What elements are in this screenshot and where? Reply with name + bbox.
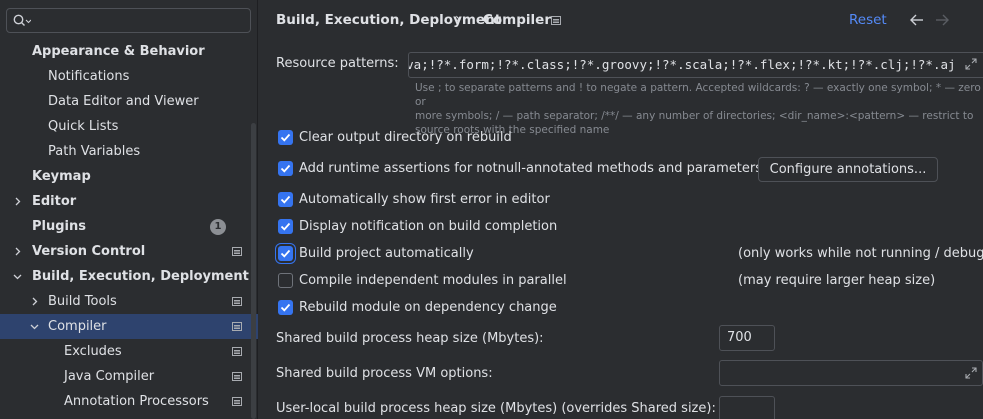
check-icon — [280, 164, 291, 173]
chevron-right-icon[interactable] — [30, 297, 39, 306]
sidebar-item-notifications[interactable]: Notifications — [0, 64, 258, 89]
sidebar-item-label: Version Control — [32, 244, 146, 259]
display-notification-label: Display notification on build completion — [299, 219, 558, 234]
sidebar-item-version-control[interactable]: Version Control — [0, 239, 258, 264]
breadcrumb-parent[interactable]: Build, Execution, Deployment — [276, 12, 501, 28]
user-heap-field[interactable] — [719, 396, 775, 419]
check-icon — [280, 303, 291, 312]
reset-link[interactable]: Reset — [849, 12, 887, 28]
sidebar-item-plugins[interactable]: Plugins 1 — [0, 214, 258, 239]
resource-patterns-label: Resource patterns: — [276, 56, 399, 71]
sidebar-item-build-execution-deployment[interactable]: Build, Execution, Deployment — [0, 264, 258, 289]
chevron-right-icon[interactable] — [13, 197, 22, 206]
check-icon — [280, 133, 291, 142]
sidebar-item-compiler[interactable]: Compiler — [0, 314, 258, 339]
search-icon — [13, 14, 31, 26]
resource-patterns-field[interactable]: !?*.java;!?*.form;!?*.class;!?*.groovy;!… — [408, 52, 983, 78]
sidebar-scrollbar[interactable] — [251, 123, 256, 419]
project-scope-icon — [232, 397, 242, 406]
shared-heap-field[interactable]: 700 — [719, 325, 775, 351]
shared-heap-label: Shared build process heap size (Mbytes): — [276, 331, 544, 346]
sidebar-item-annotation-processors[interactable]: Annotation Processors — [0, 389, 258, 414]
vm-options-label: Shared build process VM options: — [276, 366, 493, 381]
resource-patterns-value: !?*.java;!?*.form;!?*.class;!?*.groovy;!… — [408, 57, 956, 72]
sidebar-item-label: Build Tools — [48, 294, 117, 309]
sidebar-item-path-variables[interactable]: Path Variables — [0, 139, 258, 164]
sidebar-item-label: Build, Execution, Deployment — [32, 269, 249, 284]
project-scope-icon — [232, 372, 242, 381]
runtime-assertions-label: Add runtime assertions for notnull-annot… — [299, 161, 763, 176]
sidebar-item-java-compiler[interactable]: Java Compiler — [0, 364, 258, 389]
chevron-right-icon[interactable] — [13, 247, 22, 256]
build-automatically-note: (only works while not running / debuggin… — [738, 246, 983, 261]
arrow-left-icon[interactable] — [909, 13, 925, 27]
settings-tree: Appearance & Behavior Notifications Data… — [0, 39, 258, 414]
sidebar-item-label: Annotation Processors — [64, 394, 209, 409]
check-icon — [280, 195, 291, 204]
sidebar-item-label: Compiler — [48, 319, 107, 334]
compile-parallel-checkbox[interactable] — [278, 273, 293, 288]
sidebar-item-label: Editor — [32, 194, 77, 209]
compile-parallel-label: Compile independent modules in parallel — [299, 273, 567, 288]
sidebar-item-label: Notifications — [48, 69, 130, 84]
expand-icon[interactable] — [965, 367, 977, 379]
runtime-assertions-checkbox[interactable] — [278, 161, 293, 176]
sidebar-item-label: Plugins — [32, 219, 86, 234]
project-scope-icon — [232, 247, 242, 256]
clear-output-label: Clear output directory on rebuild — [299, 130, 512, 145]
build-automatically-option[interactable]: Build project automatically (only works … — [278, 244, 983, 264]
compile-parallel-option[interactable]: Compile independent modules in parallel … — [278, 271, 983, 291]
vm-options-field[interactable] — [719, 360, 983, 386]
clear-output-checkbox[interactable] — [278, 130, 293, 145]
show-first-error-label: Automatically show first error in editor — [299, 192, 550, 207]
check-icon — [280, 249, 291, 258]
breadcrumb-separator-icon: › — [455, 11, 461, 27]
sidebar-item-data-editor-viewer[interactable]: Data Editor and Viewer — [0, 89, 258, 114]
sidebar-item-keymap[interactable]: Keymap — [0, 164, 258, 189]
sidebar-item-label: Java Compiler — [64, 369, 155, 384]
hint-line: Use ; to separate patterns and ! to nega… — [415, 82, 981, 108]
arrow-right-icon[interactable] — [934, 13, 950, 27]
build-automatically-label: Build project automatically — [299, 246, 474, 261]
sidebar-item-label: Quick Lists — [48, 119, 119, 134]
sidebar-item-excludes[interactable]: Excludes — [0, 339, 258, 364]
build-automatically-checkbox[interactable] — [278, 246, 293, 261]
sidebar-item-label: Path Variables — [48, 144, 141, 159]
display-notification-checkbox[interactable] — [278, 219, 293, 234]
settings-sidebar: Appearance & Behavior Notifications Data… — [0, 0, 258, 419]
expand-icon[interactable] — [965, 58, 977, 70]
project-scope-icon — [232, 297, 242, 306]
sidebar-item-editor[interactable]: Editor — [0, 189, 258, 214]
shared-heap-value: 700 — [727, 330, 752, 345]
check-icon — [280, 222, 291, 231]
configure-annotations-button[interactable]: Configure annotations... — [758, 157, 938, 182]
project-scope-icon — [232, 322, 242, 331]
sidebar-item-label: Keymap — [32, 169, 91, 184]
chevron-down-icon[interactable] — [30, 322, 39, 331]
breadcrumb-current: Compiler — [483, 12, 551, 28]
sidebar-item-appearance-behavior[interactable]: Appearance & Behavior — [0, 39, 258, 64]
project-scope-icon — [551, 16, 561, 25]
project-scope-icon — [232, 347, 242, 356]
sidebar-item-label: Appearance & Behavior — [32, 44, 205, 59]
rebuild-on-dependency-label: Rebuild module on dependency change — [299, 300, 557, 315]
user-heap-label: User-local build process heap size (Mbyt… — [276, 401, 716, 416]
sidebar-item-quick-lists[interactable]: Quick Lists — [0, 114, 258, 139]
compile-parallel-note: (may require larger heap size) — [738, 273, 936, 288]
compiler-settings-panel: Build, Execution, Deployment › Compiler … — [258, 0, 983, 419]
plugins-update-badge: 1 — [210, 219, 226, 235]
sidebar-item-label: Data Editor and Viewer — [48, 94, 199, 109]
settings-search-field[interactable] — [6, 8, 251, 33]
hint-line: more symbols; / — path separator; /**/ —… — [415, 110, 974, 122]
chevron-down-icon[interactable] — [13, 272, 22, 281]
sidebar-item-label: Excludes — [64, 344, 122, 359]
show-first-error-checkbox[interactable] — [278, 192, 293, 207]
sidebar-item-build-tools[interactable]: Build Tools — [0, 289, 258, 314]
rebuild-on-dependency-checkbox[interactable] — [278, 300, 293, 315]
search-input[interactable] — [35, 12, 245, 30]
